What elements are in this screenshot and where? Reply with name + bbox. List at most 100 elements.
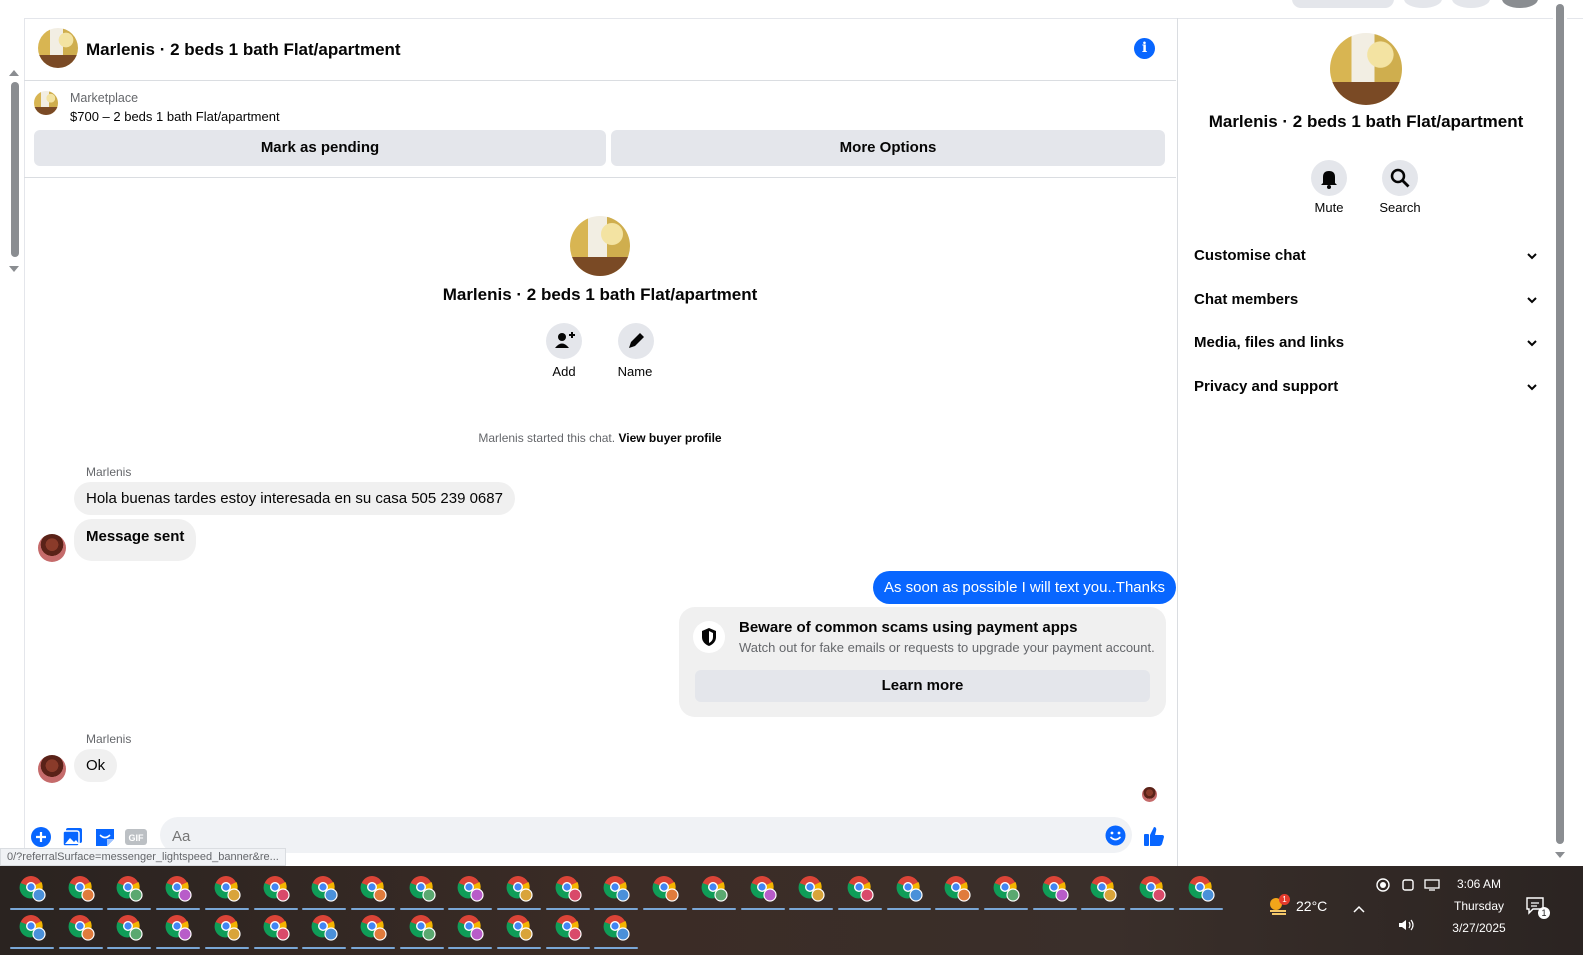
chrome-taskbar-icon[interactable] (943, 874, 971, 902)
clock-date[interactable]: 3/27/2025 (1445, 921, 1513, 935)
chrome-taskbar-icon[interactable] (895, 874, 923, 902)
chrome-taskbar-icon[interactable] (456, 913, 484, 941)
chevron-down-icon (1527, 340, 1537, 347)
chat-title[interactable]: Marlenis · 2 beds 1 bath Flat/apartment (86, 40, 401, 60)
listing-thumbnail[interactable] (34, 91, 58, 115)
sender-name: Marlenis (86, 732, 132, 746)
chrome-taskbar-icon[interactable] (700, 874, 728, 902)
svg-text:GIF: GIF (129, 833, 145, 843)
name-label: Name (617, 364, 653, 379)
clock-day[interactable]: Thursday (1448, 899, 1510, 913)
mute-button[interactable]: Mute (1299, 160, 1359, 215)
chrome-taskbar-icon[interactable] (115, 874, 143, 902)
scroll-down-arrow[interactable] (9, 266, 19, 272)
chrome-taskbar-icon[interactable] (164, 874, 192, 902)
more-options-button[interactable]: More Options (611, 130, 1165, 166)
scam-warning-body: Watch out for fake emails or requests to… (739, 640, 1155, 655)
record-icon[interactable] (1376, 878, 1390, 897)
section-chat-members[interactable]: Chat members (1194, 280, 1540, 320)
add-people-button[interactable] (546, 323, 582, 359)
section-media-files-links[interactable]: Media, files and links (1194, 323, 1540, 363)
thumbs-up-icon[interactable] (1142, 824, 1166, 853)
chrome-taskbar-icon[interactable] (505, 874, 533, 902)
chrome-taskbar-icon[interactable] (505, 913, 533, 941)
listing-price[interactable]: $700 – 2 beds 1 bath Flat/apartment (70, 109, 280, 124)
learn-more-button[interactable]: Learn more (695, 670, 1150, 702)
chat-header: Marlenis · 2 beds 1 bath Flat/apartment … (24, 18, 1176, 81)
window-scroll-thumb[interactable] (1556, 4, 1564, 844)
camera-icon[interactable] (1401, 878, 1415, 897)
chrome-taskbar-icon[interactable] (115, 913, 143, 941)
search-button[interactable]: Search (1370, 160, 1430, 215)
chrome-taskbar-icon[interactable] (749, 874, 777, 902)
chrome-taskbar-icon[interactable] (262, 874, 290, 902)
scroll-up-arrow[interactable] (9, 70, 19, 76)
taskbar-running-indicator (399, 908, 444, 910)
edit-name-button[interactable] (618, 323, 654, 359)
message-input[interactable] (170, 817, 1094, 855)
chrome-taskbar-icon[interactable] (554, 874, 582, 902)
sender-avatar[interactable] (38, 534, 66, 562)
chrome-taskbar-icon[interactable] (1041, 874, 1069, 902)
mark-as-pending-button[interactable]: Mark as pending (34, 130, 606, 166)
chrome-taskbar-icon[interactable] (651, 874, 679, 902)
chrome-taskbar-icon[interactable] (67, 874, 95, 902)
details-listing-photo[interactable] (1330, 33, 1402, 105)
chrome-taskbar-icon[interactable] (992, 874, 1020, 902)
chrome-taskbar-icon[interactable] (262, 913, 290, 941)
window-scrollbar[interactable] (1553, 0, 1567, 866)
chrome-taskbar-icon[interactable] (359, 913, 387, 941)
chrome-taskbar-icon[interactable] (602, 913, 630, 941)
message-input-box[interactable] (160, 817, 1132, 855)
chrome-taskbar-icon[interactable] (1089, 874, 1117, 902)
taskbar-running-indicator (302, 947, 347, 949)
chrome-taskbar-icon[interactable] (359, 874, 387, 902)
info-icon[interactable]: i (1134, 38, 1155, 59)
chrome-taskbar-icon[interactable] (408, 874, 436, 902)
chrome-taskbar-icon[interactable] (408, 913, 436, 941)
nav-pill[interactable] (1292, 0, 1394, 8)
chrome-taskbar-icon[interactable] (1187, 874, 1215, 902)
account-avatar[interactable] (1502, 0, 1538, 8)
add-person-icon (555, 332, 575, 348)
section-label: Media, files and links (1194, 334, 1345, 351)
clock-time[interactable]: 3:06 AM (1448, 877, 1510, 891)
chevron-up-icon[interactable] (1353, 900, 1365, 918)
nav-round-button[interactable] (1452, 0, 1490, 8)
taskbar-running-indicator (1032, 908, 1077, 910)
outgoing-message[interactable]: As soon as possible I will text you..Tha… (873, 571, 1176, 604)
conversation-scrollbar[interactable] (0, 18, 25, 866)
window-scroll-down-arrow[interactable] (1555, 852, 1565, 858)
listing-avatar[interactable] (38, 28, 78, 68)
chrome-taskbar-icon[interactable] (846, 874, 874, 902)
chrome-taskbar-icon[interactable] (797, 874, 825, 902)
chrome-taskbar-icon[interactable] (164, 913, 192, 941)
chrome-taskbar-icon[interactable] (213, 913, 241, 941)
network-icon[interactable] (1424, 878, 1440, 897)
chrome-taskbar-icon[interactable] (1138, 874, 1166, 902)
chrome-taskbar-icon[interactable] (213, 874, 241, 902)
chrome-taskbar-icon[interactable] (456, 874, 484, 902)
incoming-message[interactable]: Hola buenas tardes estoy interesada en s… (74, 482, 515, 515)
chrome-taskbar-icon[interactable] (602, 874, 630, 902)
view-buyer-profile-link[interactable]: View buyer profile (618, 431, 721, 445)
scroll-thumb[interactable] (11, 82, 19, 257)
chrome-taskbar-icon[interactable] (310, 913, 338, 941)
chrome-taskbar-icon[interactable] (67, 913, 95, 941)
chrome-taskbar-icon[interactable] (310, 874, 338, 902)
taskbar-running-indicator (10, 947, 54, 949)
chrome-taskbar-icon[interactable] (18, 913, 46, 941)
taskbar-running-indicator (399, 947, 444, 949)
top-navbar-strip (0, 0, 1583, 19)
emoji-icon[interactable] (1105, 825, 1126, 851)
section-privacy-support[interactable]: Privacy and support (1194, 367, 1540, 407)
weather-temp[interactable]: 22°C (1296, 898, 1327, 914)
nav-round-button[interactable] (1404, 0, 1442, 8)
incoming-message[interactable]: Ok (74, 749, 118, 782)
sender-avatar[interactable] (38, 755, 66, 783)
volume-icon[interactable] (1398, 918, 1416, 937)
incoming-message[interactable]: Message sent (74, 519, 197, 561)
chrome-taskbar-icon[interactable] (18, 874, 46, 902)
chrome-taskbar-icon[interactable] (554, 913, 582, 941)
section-customise-chat[interactable]: Customise chat (1194, 236, 1540, 276)
